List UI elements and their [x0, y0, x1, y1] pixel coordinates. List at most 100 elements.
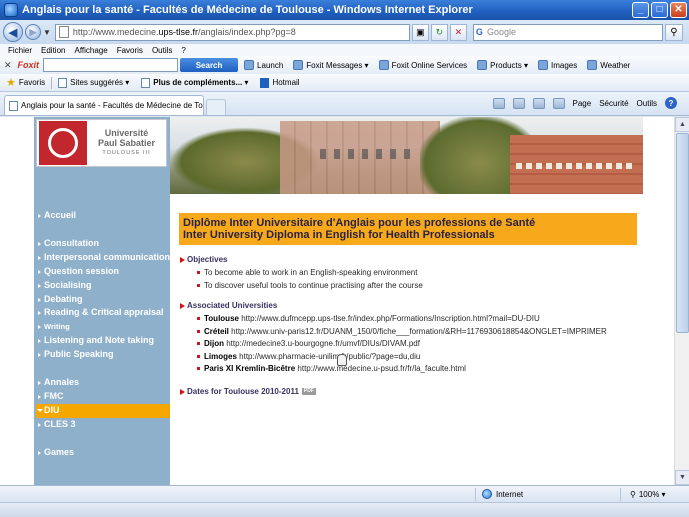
print-icon[interactable]: [552, 97, 565, 109]
nav-interpersonal-communication[interactable]: Interpersonal communication: [36, 251, 170, 265]
fav-more-addons[interactable]: Plus de compléments... ▾: [141, 77, 248, 88]
foxit-online-services[interactable]: Foxit Online Services: [378, 60, 468, 70]
fav-hotmail[interactable]: Hotmail: [260, 77, 300, 88]
foxit-products[interactable]: Products ▾: [477, 60, 528, 70]
forward-button[interactable]: ▶: [25, 24, 41, 40]
maximize-button[interactable]: □: [651, 2, 668, 18]
command-security[interactable]: Sécurité: [599, 99, 628, 108]
command-page[interactable]: Page: [573, 99, 592, 108]
hand-cursor-icon: [337, 354, 347, 366]
nav-reading-critical-appraisal[interactable]: Reading & Critical appraisal: [36, 306, 170, 320]
fav-hotmail-label: Hotmail: [272, 78, 300, 87]
menu-outils[interactable]: Outils: [152, 46, 172, 55]
menu-favoris[interactable]: Favoris: [117, 46, 143, 55]
scroll-thumb[interactable]: [676, 133, 689, 333]
hotmail-icon: [260, 77, 270, 88]
close-button[interactable]: ✕: [670, 2, 687, 18]
menu-help[interactable]: ?: [181, 46, 185, 55]
menu-edition[interactable]: Edition: [41, 46, 65, 55]
search-placeholder: Google: [486, 27, 516, 37]
nav-accueil[interactable]: Accueil: [36, 209, 170, 223]
close-toolbar-icon[interactable]: ✕: [4, 60, 12, 71]
back-button[interactable]: ◀: [3, 22, 23, 42]
foxit-launch[interactable]: Launch: [244, 60, 283, 70]
foxit-search-button[interactable]: Search: [180, 58, 239, 72]
university-item[interactable]: Créteil http://www.univ-paris12.fr/DUANM…: [197, 326, 644, 339]
nav-games[interactable]: Games: [36, 446, 170, 460]
favorites-button[interactable]: Favoris: [19, 78, 45, 87]
services-icon: [378, 60, 389, 70]
nav-listening-note-taking[interactable]: Listening and Note taking: [36, 334, 170, 348]
nav-debating[interactable]: Debating: [36, 293, 170, 307]
nav-socialising[interactable]: Socialising: [36, 279, 170, 293]
university-link[interactable]: http://www.univ-paris12.fr/DUANM_150/0/f…: [231, 327, 607, 336]
foxit-weather[interactable]: Weather: [587, 60, 630, 70]
window-controls: _ □ ✕: [632, 2, 687, 18]
university-link[interactable]: http://www.dufmcepp.ups-tlse.fr/index.ph…: [241, 314, 540, 323]
nav-public-speaking[interactable]: Public Speaking: [36, 348, 170, 362]
foxit-products-label: Products: [490, 60, 522, 70]
launch-icon: [244, 60, 255, 70]
university-link[interactable]: http://www.medecine.u-psud.fr/fr/la_facu…: [297, 364, 466, 373]
university-name: Limoges: [204, 351, 237, 361]
foxit-services-label: Foxit Online Services: [391, 60, 468, 70]
university-item[interactable]: Paris XI Kremlin-Bicêtre http://www.mede…: [197, 363, 644, 376]
separator: [475, 488, 476, 501]
command-tools[interactable]: Outils: [637, 99, 657, 108]
university-item[interactable]: Limoges http://www.pharmacie-unilim.fr/p…: [197, 351, 644, 364]
home-icon[interactable]: [492, 97, 505, 109]
mail-icon[interactable]: [532, 97, 545, 109]
university-name: Dijon: [204, 339, 224, 348]
search-icon[interactable]: ⚲: [664, 23, 683, 41]
foxit-search-input[interactable]: [43, 58, 179, 72]
zoom-icon: ⚲: [630, 489, 636, 499]
images-icon: [538, 60, 548, 70]
nav-annales[interactable]: Annales: [36, 376, 170, 390]
zoom-control[interactable]: ⚲ 100% ▾: [630, 490, 666, 499]
menu-fichier[interactable]: Fichier: [8, 46, 32, 55]
university-link[interactable]: http://medecine3.u-bourgogne.fr/umvf/DIU…: [226, 339, 420, 348]
search-input[interactable]: G Google: [472, 23, 663, 41]
nav-question-session[interactable]: Question session: [36, 265, 170, 279]
nav-fmc[interactable]: FMC: [36, 390, 170, 404]
foxit-images[interactable]: Images: [538, 60, 577, 70]
main-content: Diplôme Inter Universitaire d'Anglais po…: [179, 213, 644, 396]
universities-title: Associated Universities: [179, 301, 644, 310]
new-tab-button[interactable]: [206, 99, 226, 115]
logo-line-3: TOULOUSE III: [102, 150, 151, 157]
nav-diu[interactable]: DIU: [36, 403, 170, 418]
fav-suggested-sites[interactable]: Sites suggérés ▾: [58, 77, 129, 88]
foxit-messages[interactable]: Foxit Messages ▾: [293, 60, 369, 70]
heading-english: Inter University Diploma in English for …: [183, 229, 495, 241]
menu-affichage[interactable]: Affichage: [74, 46, 107, 55]
university-item[interactable]: Toulouse http://www.dufmcepp.ups-tlse.fr…: [197, 313, 644, 326]
address-bar[interactable]: http://www.medecine. ups-tlse.fr/anglais/…: [54, 23, 410, 41]
foxit-logo[interactable]: Foxit: [18, 60, 40, 70]
vertical-scrollbar[interactable]: ▲ ▼: [674, 117, 689, 485]
ie-icon: [4, 3, 18, 17]
scroll-up-icon[interactable]: ▲: [675, 117, 689, 132]
universities-section: Associated Universities Toulouse http://…: [179, 301, 644, 376]
compatibility-icon[interactable]: ▣: [411, 23, 429, 41]
nav-cles-3[interactable]: CLES 3: [36, 418, 170, 432]
nav-consultation[interactable]: Consultation: [36, 237, 170, 251]
university-logo[interactable]: Université Paul Sabatier TOULOUSE III: [36, 119, 167, 167]
scroll-down-icon[interactable]: ▼: [675, 470, 689, 485]
stop-icon[interactable]: ✕: [449, 23, 467, 41]
history-dropdown-icon[interactable]: ▼: [43, 28, 51, 37]
security-zone[interactable]: Internet: [482, 489, 523, 499]
separator: [51, 76, 53, 89]
minimize-button[interactable]: _: [632, 2, 649, 18]
main-navigation: Accueil Consultation Interpersonal commu…: [36, 209, 170, 460]
university-link[interactable]: http://www.pharmacie-unilim.fr/public/?p…: [239, 352, 420, 361]
feeds-icon[interactable]: [512, 97, 525, 109]
foxit-toolbar: ✕ Foxit Search Launch Foxit Messages ▾ F…: [0, 56, 689, 74]
dates-link[interactable]: Dates for Toulouse 2010-2011 PDF: [179, 387, 644, 396]
tab-active[interactable]: Anglais pour la santé - Facultés de Méde…: [4, 95, 204, 115]
university-item[interactable]: Dijon http://medecine3.u-bourgogne.fr/um…: [197, 338, 644, 351]
help-icon[interactable]: ?: [665, 97, 677, 109]
nav-writing[interactable]: Writing: [36, 320, 170, 334]
favorites-star-icon[interactable]: ★: [6, 76, 16, 89]
refresh-icon[interactable]: ↻: [430, 23, 448, 41]
pdf-icon[interactable]: PDF: [301, 387, 316, 395]
